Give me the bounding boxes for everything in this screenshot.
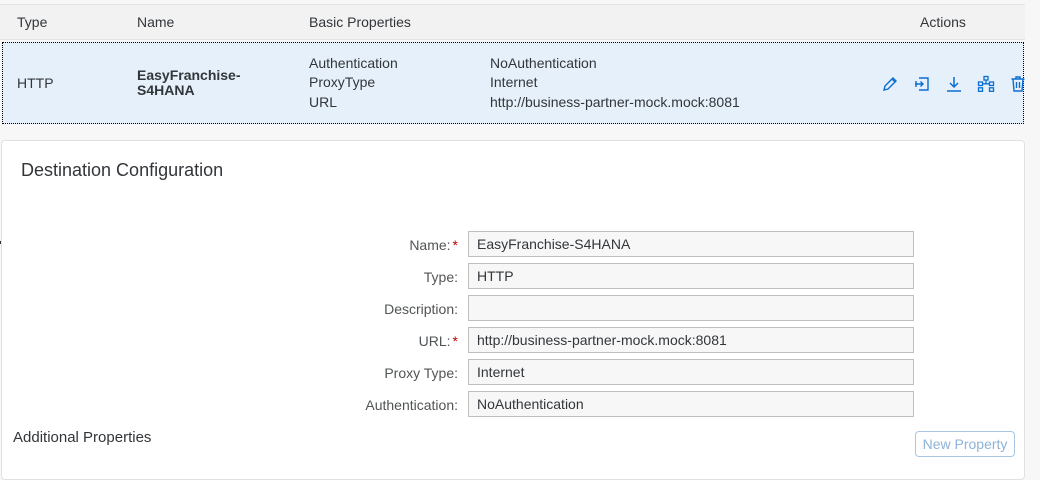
row-actions (874, 73, 1034, 95)
url-label: URL: * (418, 333, 458, 349)
name-field[interactable] (468, 231, 914, 257)
property-value-url: http://business-partner-mock.mock:8081 (490, 94, 740, 110)
proxy-type-field[interactable] (468, 359, 914, 385)
row-name: EasyFranchise- S4HANA (137, 68, 241, 98)
clone-icon (915, 77, 929, 91)
authentication-label: Authentication: (365, 397, 458, 413)
row-name-line1: EasyFranchise- (137, 67, 241, 83)
new-property-button[interactable]: New Property (915, 431, 1015, 457)
authentication-field[interactable] (468, 391, 914, 417)
column-header-basic-properties[interactable]: Basic Properties (309, 14, 411, 30)
proxy-type-label: Proxy Type: (384, 365, 458, 381)
description-label: Description: (384, 301, 458, 317)
table-row[interactable]: HTTP EasyFranchise- S4HANA Authenticatio… (2, 42, 1025, 124)
property-value-proxytype: Internet (490, 74, 538, 90)
table-header: Type Name Basic Properties Actions (0, 4, 1025, 40)
export-button[interactable] (938, 73, 970, 95)
panel-title: Destination Configuration (21, 160, 224, 180)
property-key-authentication: Authentication (309, 55, 398, 71)
delete-button[interactable] (1002, 73, 1034, 95)
check-connection-button[interactable] (970, 73, 1002, 95)
property-value-authentication: NoAuthentication (490, 55, 597, 71)
check-connection-icon (977, 75, 995, 92)
name-label: Name: * (409, 237, 458, 253)
required-marker: * (452, 237, 458, 253)
url-field[interactable] (468, 327, 914, 353)
column-header-type[interactable]: Type (17, 14, 47, 30)
edit-button[interactable] (874, 73, 906, 95)
row-name-line2: S4HANA (137, 82, 195, 98)
required-marker: * (452, 333, 458, 349)
destination-configuration-panel: Destination Configuration Name:* Type: D… (1, 140, 1025, 480)
additional-properties-title: Additional Properties (13, 429, 152, 446)
description-field[interactable] (468, 295, 914, 321)
column-header-name[interactable]: Name (137, 14, 174, 30)
delete-icon (1011, 76, 1025, 92)
row-type: HTTP (17, 75, 54, 91)
clone-button[interactable] (906, 73, 938, 95)
property-key-url: URL (309, 94, 338, 110)
column-header-actions: Actions (920, 14, 966, 30)
type-field[interactable] (468, 263, 914, 289)
property-key-proxytype: ProxyType (309, 74, 376, 90)
export-icon (947, 77, 961, 92)
type-label: Type: (423, 269, 458, 285)
edit-icon (883, 77, 897, 91)
